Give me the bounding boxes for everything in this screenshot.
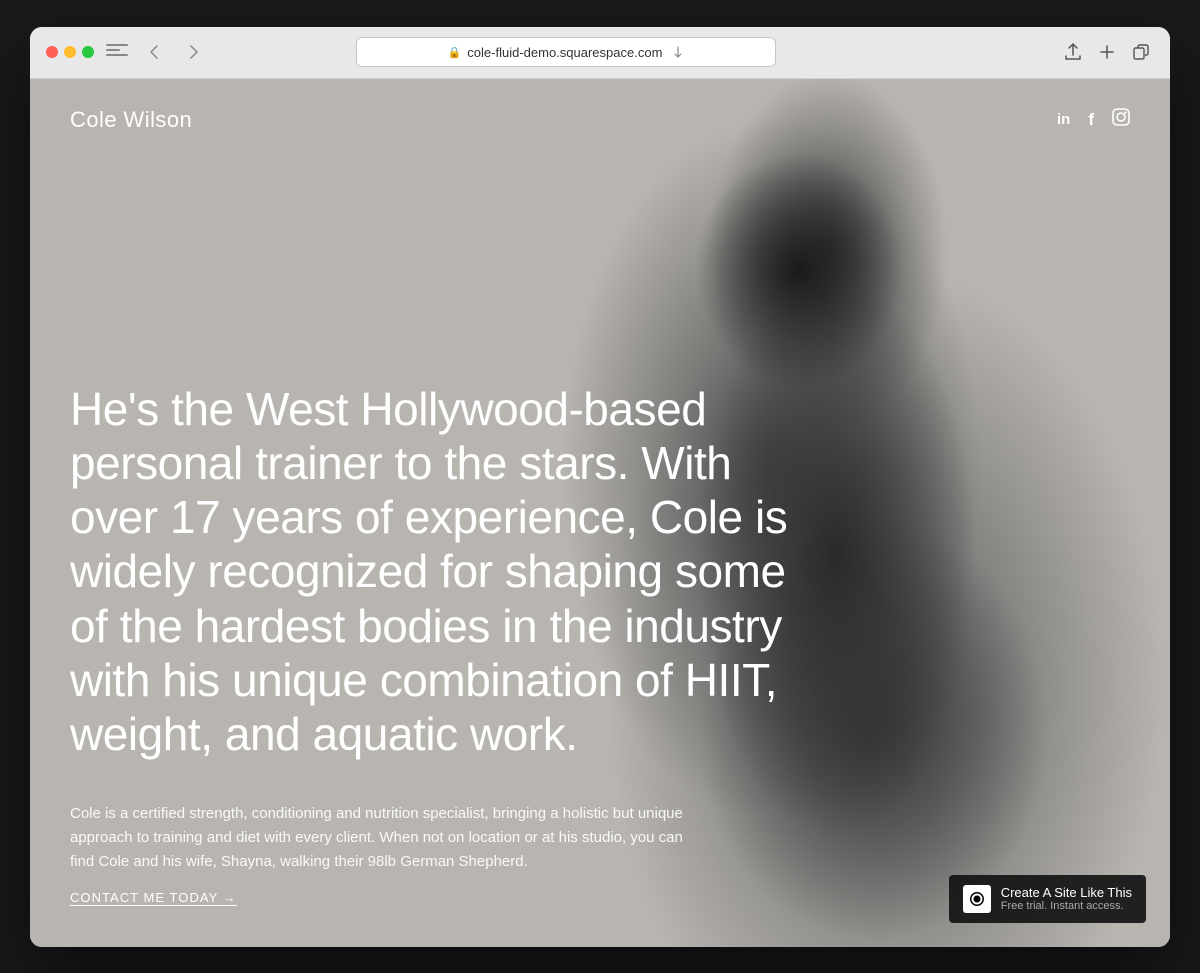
linkedin-icon: in <box>1057 111 1070 128</box>
website-content: Cole Wilson in f <box>30 79 1170 947</box>
traffic-lights <box>46 46 94 58</box>
new-tab-button[interactable] <box>1094 39 1120 65</box>
squarespace-badge[interactable]: Create A Site Like This Free trial. Inst… <box>949 875 1146 923</box>
browser-actions <box>1060 39 1154 65</box>
squarespace-logo-icon <box>963 885 991 913</box>
browser-chrome: 🔒 cole-fluid-demo.squarespace.com <box>30 27 1170 79</box>
social-nav: in f <box>1057 108 1130 131</box>
squarespace-badge-text: Create A Site Like This Free trial. Inst… <box>1001 885 1132 912</box>
lock-icon: 🔒 <box>448 46 462 59</box>
instagram-icon <box>1112 113 1130 130</box>
address-bar[interactable]: 🔒 cole-fluid-demo.squarespace.com <box>356 37 776 67</box>
fullscreen-button[interactable] <box>82 46 94 58</box>
forward-button[interactable] <box>180 41 208 63</box>
close-button[interactable] <box>46 46 58 58</box>
hero-headline: He's the West Hollywood-based personal t… <box>70 382 830 762</box>
minimize-button[interactable] <box>64 46 76 58</box>
facebook-icon: f <box>1088 110 1094 129</box>
contact-cta-link[interactable]: CONTACT ME TODAY → <box>70 890 237 905</box>
instagram-link[interactable] <box>1112 108 1130 131</box>
facebook-link[interactable]: f <box>1088 110 1094 130</box>
duplicate-button[interactable] <box>1128 39 1154 65</box>
hero-bio: Cole is a certified strength, conditioni… <box>70 802 690 874</box>
back-button[interactable] <box>140 41 168 63</box>
site-logo[interactable]: Cole Wilson <box>70 107 192 133</box>
hero-subtext: Cole is a certified strength, conditioni… <box>70 802 690 907</box>
site-header: Cole Wilson in f <box>30 79 1170 161</box>
sidebar-toggle-button[interactable] <box>106 44 128 60</box>
hero-content: He's the West Hollywood-based personal t… <box>30 159 1170 947</box>
badge-title: Create A Site Like This <box>1001 885 1132 900</box>
linkedin-link[interactable]: in <box>1057 111 1070 129</box>
url-text: cole-fluid-demo.squarespace.com <box>467 45 662 60</box>
share-button[interactable] <box>1060 39 1086 65</box>
browser-window: 🔒 cole-fluid-demo.squarespace.com <box>30 27 1170 947</box>
badge-subtitle: Free trial. Instant access. <box>1001 900 1132 912</box>
